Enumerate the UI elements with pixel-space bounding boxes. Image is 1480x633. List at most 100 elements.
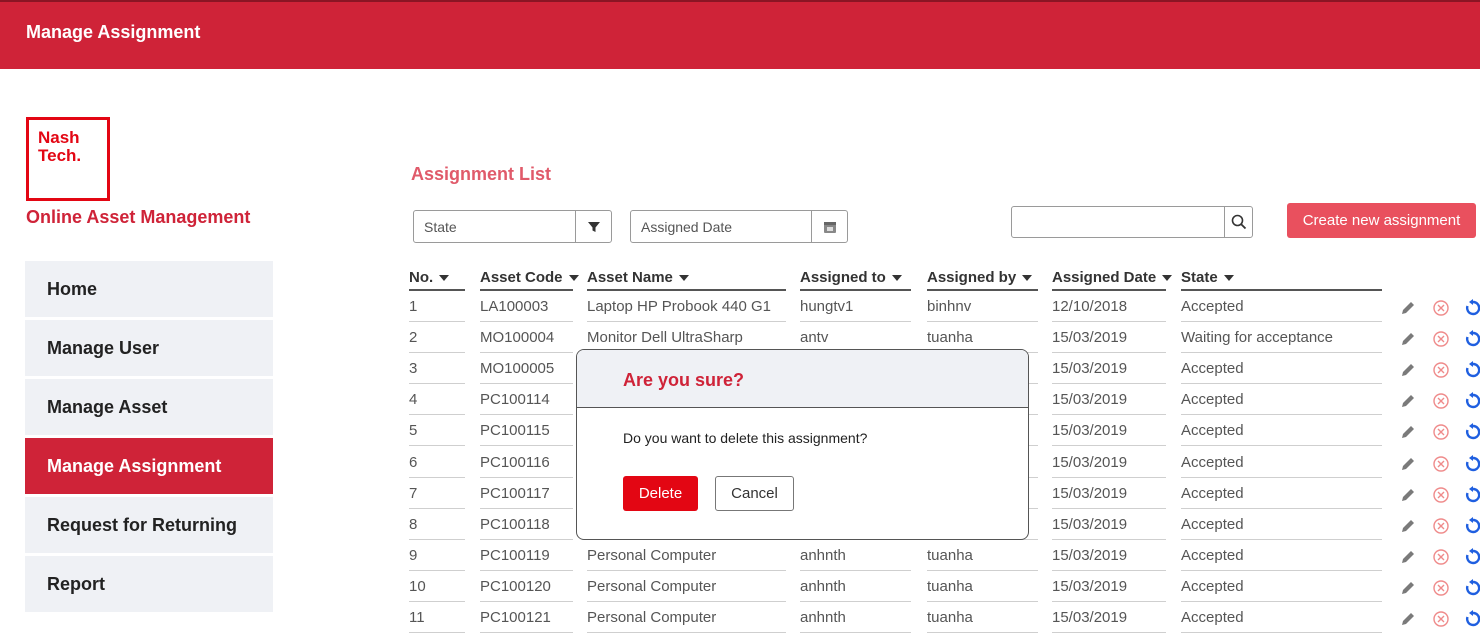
sidebar-item-request-for-returning[interactable]: Request for Returning [25, 497, 273, 553]
cell-assigned-date: 15/03/2019 [1052, 329, 1166, 353]
cell-assigned-by: binhnv [927, 298, 1038, 322]
cell-no: 10 [409, 578, 465, 602]
header-title: Manage Assignment [26, 22, 201, 42]
cell-no: 6 [409, 454, 465, 478]
sort-caret-icon [1022, 275, 1033, 282]
column-header-no[interactable]: No. [409, 269, 465, 291]
cell-no: 11 [409, 609, 465, 633]
refresh-icon[interactable] [1464, 548, 1480, 566]
refresh-icon[interactable] [1464, 423, 1480, 441]
x-circle-icon[interactable] [1432, 486, 1450, 504]
pencil-icon[interactable] [1399, 423, 1417, 441]
column-header-assigned-date[interactable]: Assigned Date [1052, 269, 1173, 291]
refresh-icon[interactable] [1464, 361, 1480, 379]
search-input[interactable] [1012, 207, 1224, 237]
cell-state: Waiting for acceptance [1181, 329, 1382, 353]
cell-asset-name: Personal Computer [587, 609, 786, 633]
cell-asset-name: Personal Computer [587, 578, 786, 602]
cell-no: 8 [409, 516, 465, 540]
cell-no: 9 [409, 547, 465, 571]
pencil-icon[interactable] [1399, 486, 1417, 504]
column-header-state[interactable]: State [1181, 269, 1382, 291]
x-circle-icon[interactable] [1432, 361, 1450, 379]
pencil-icon[interactable] [1399, 517, 1417, 535]
x-circle-icon[interactable] [1432, 579, 1450, 597]
column-header-asset-code[interactable]: Asset Code [480, 269, 579, 291]
cell-state: Accepted [1181, 298, 1382, 322]
cell-state: Accepted [1181, 485, 1382, 509]
x-circle-icon[interactable] [1432, 423, 1450, 441]
pencil-icon[interactable] [1399, 330, 1417, 348]
page-title: Assignment List [411, 164, 552, 184]
column-header-assigned-by[interactable]: Assigned by [927, 269, 1038, 291]
refresh-icon[interactable] [1464, 579, 1480, 597]
cell-state: Accepted [1181, 578, 1382, 602]
pencil-icon[interactable] [1399, 610, 1417, 628]
refresh-icon[interactable] [1464, 610, 1480, 628]
cell-assigned-to: anhnth [800, 578, 911, 602]
sidebar-item-report[interactable]: Report [25, 556, 273, 612]
x-circle-icon[interactable] [1432, 455, 1450, 473]
cell-assigned-to: hungtv1 [800, 298, 911, 322]
create-new-assignment-button[interactable]: Create new assignment [1287, 203, 1476, 238]
state-filter-label: State [424, 219, 457, 235]
refresh-icon[interactable] [1464, 392, 1480, 410]
column-header-label: Assigned Date [1052, 269, 1157, 286]
dialog-message: Do you want to delete this assignment? [623, 430, 868, 446]
delete-button[interactable]: Delete [623, 476, 698, 511]
calendar-icon[interactable] [811, 211, 847, 242]
x-circle-icon[interactable] [1432, 392, 1450, 410]
x-circle-icon[interactable] [1432, 330, 1450, 348]
funnel-icon[interactable] [575, 211, 611, 242]
cell-assigned-date: 15/03/2019 [1052, 516, 1166, 540]
pencil-icon[interactable] [1399, 299, 1417, 317]
cell-no: 1 [409, 298, 465, 322]
cell-no: 7 [409, 485, 465, 509]
sidebar-item-manage-asset[interactable]: Manage Asset [25, 379, 273, 435]
sidebar-item-manage-user[interactable]: Manage User [25, 320, 273, 376]
cell-asset-code: LA100003 [480, 298, 573, 322]
column-header-label: Assigned to [800, 269, 886, 286]
cancel-button[interactable]: Cancel [715, 476, 794, 511]
pencil-icon[interactable] [1399, 579, 1417, 597]
refresh-icon[interactable] [1464, 455, 1480, 473]
cell-asset-code: PC100121 [480, 609, 573, 633]
cell-assigned-date: 15/03/2019 [1052, 391, 1166, 415]
state-filter[interactable]: State [413, 210, 612, 243]
sort-caret-icon [678, 275, 689, 282]
cell-asset-code: PC100116 [480, 454, 573, 478]
column-header-assigned-to[interactable]: Assigned to [800, 269, 911, 291]
cell-state: Accepted [1181, 547, 1382, 571]
cell-no: 3 [409, 360, 465, 384]
assigned-date-filter[interactable]: Assigned Date [630, 210, 848, 243]
search-icon[interactable] [1224, 207, 1252, 237]
nashtech-logo: Nash Tech. [26, 117, 110, 201]
pencil-icon[interactable] [1399, 361, 1417, 379]
column-header-label: State [1181, 269, 1218, 286]
sidebar-item-home[interactable]: Home [25, 261, 273, 317]
cell-state: Accepted [1181, 454, 1382, 478]
sort-caret-icon [1162, 275, 1173, 282]
cell-asset-code: MO100004 [480, 329, 573, 353]
x-circle-icon[interactable] [1432, 610, 1450, 628]
sidebar-item-manage-assignment[interactable]: Manage Assignment [25, 438, 273, 494]
pencil-icon[interactable] [1399, 455, 1417, 473]
top-header: Manage Assignment [0, 0, 1480, 69]
refresh-icon[interactable] [1464, 517, 1480, 535]
refresh-icon[interactable] [1464, 486, 1480, 504]
cell-assigned-to: anhnth [800, 547, 911, 571]
cell-no: 2 [409, 329, 465, 353]
cell-asset-code: MO100005 [480, 360, 573, 384]
x-circle-icon[interactable] [1432, 548, 1450, 566]
x-circle-icon[interactable] [1432, 299, 1450, 317]
pencil-icon[interactable] [1399, 392, 1417, 410]
sort-caret-icon [439, 275, 450, 282]
refresh-icon[interactable] [1464, 299, 1480, 317]
column-header-asset-name[interactable]: Asset Name [587, 269, 786, 291]
cell-assigned-to: anhnth [800, 609, 911, 633]
column-header-label: No. [409, 269, 434, 286]
pencil-icon[interactable] [1399, 548, 1417, 566]
refresh-icon[interactable] [1464, 330, 1480, 348]
cell-assigned-by: tuanha [927, 578, 1038, 602]
x-circle-icon[interactable] [1432, 517, 1450, 535]
